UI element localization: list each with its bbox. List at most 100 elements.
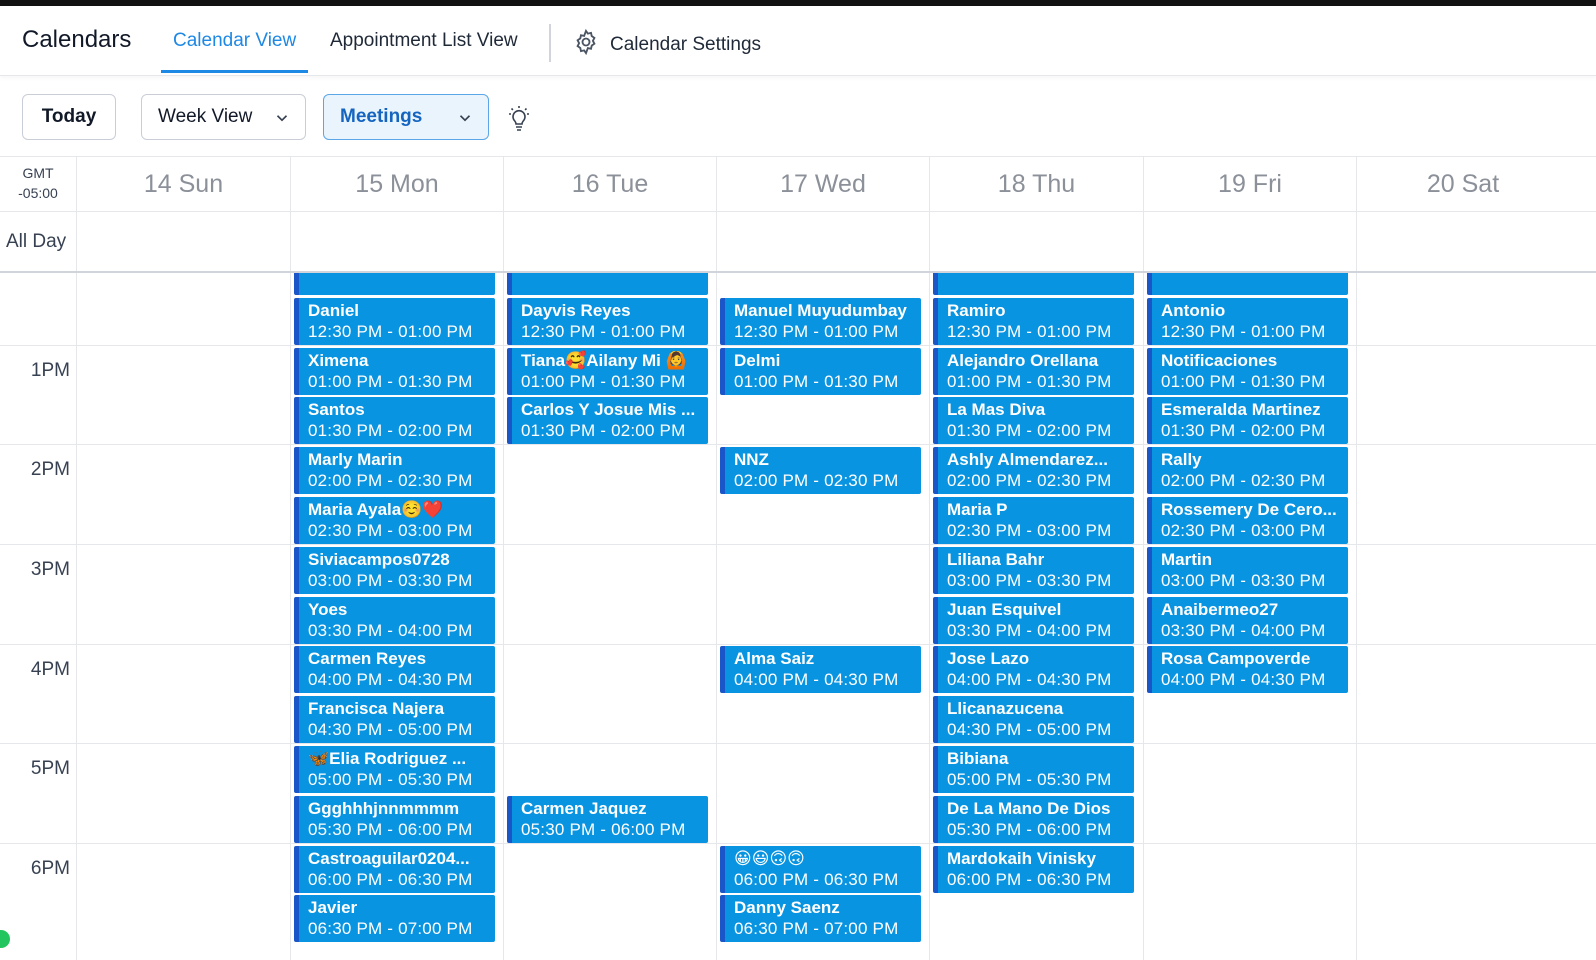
appointment-event[interactable]: Dayvis Reyes 12:30 PM - 01:00 PM [507, 297, 708, 345]
day-header-fri[interactable]: 19 Fri [1143, 157, 1356, 211]
appointment-event[interactable]: Carmen Reyes 04:00 PM - 04:30 PM [294, 646, 495, 694]
event-time: 01:00 PM - 01:30 PM [1161, 371, 1326, 391]
appointment-event[interactable]: Rosa Campoverde 04:00 PM - 04:30 PM [1147, 646, 1348, 694]
appointment-event[interactable]: Rossemery De Cero... 02:30 PM - 03:00 PM [1147, 497, 1348, 544]
calendar-select[interactable]: Meetings [323, 94, 489, 140]
event-time: 04:30 PM - 05:00 PM [947, 720, 1112, 740]
event-name: Rossemery De Cero... [1161, 500, 1337, 519]
calendar-settings-button[interactable]: Calendar Settings [572, 28, 761, 62]
appointment-event[interactable]: Delmi 01:00 PM - 01:30 PM [720, 347, 921, 395]
event-time: 04:30 PM - 05:00 PM [308, 720, 473, 740]
time-grid[interactable]: 1PM 2PM 3PM 4PM 5PM 6PM 12:00 PM - 12:30… [0, 273, 1596, 960]
event-time: 01:30 PM - 02:00 PM [947, 421, 1112, 441]
tab-calendar-view[interactable]: Calendar View [173, 30, 296, 52]
appointment-event[interactable]: La Mas Diva 01:30 PM - 02:00 PM [933, 397, 1134, 445]
appointment-event[interactable]: Ashly Almendarez... 02:00 PM - 02:30 PM [933, 447, 1134, 495]
day-header-mon[interactable]: 15 Mon [290, 157, 503, 211]
day-header-thu[interactable]: 18 Thu [929, 157, 1143, 211]
appointment-event[interactable]: Daniel 12:30 PM - 01:00 PM [294, 297, 495, 345]
event-time: 06:00 PM - 06:30 PM [947, 869, 1112, 889]
appointment-event[interactable]: De La Mano De Dios 05:30 PM - 06:00 PM [933, 795, 1134, 843]
appointment-event[interactable]: Maria P 02:30 PM - 03:00 PM [933, 497, 1134, 544]
appointment-event[interactable]: Rally 02:00 PM - 02:30 PM [1147, 447, 1348, 495]
all-day-row: All Day [0, 211, 1596, 273]
event-time: 04:00 PM - 04:30 PM [947, 670, 1112, 690]
event-time: 12:30 PM - 01:00 PM [947, 321, 1112, 341]
appointment-event[interactable]: Ramiro 12:30 PM - 01:00 PM [933, 297, 1134, 345]
event-time: 12:30 PM - 01:00 PM [734, 321, 899, 341]
all-day-cell[interactable] [290, 211, 503, 271]
appointment-event[interactable]: Marly Marin 02:00 PM - 02:30 PM [294, 447, 495, 495]
appointment-event[interactable]: Francisca Najera 04:30 PM - 05:00 PM [294, 696, 495, 744]
appointment-event[interactable]: Anaibermeo27 03:30 PM - 04:00 PM [1147, 596, 1348, 644]
day-header-tue[interactable]: 16 Tue [503, 157, 716, 211]
appointment-event[interactable]: Yoes 03:30 PM - 04:00 PM [294, 596, 495, 644]
all-day-cell[interactable] [716, 211, 929, 271]
hour-label: 1PM [30, 360, 70, 381]
hour-gridline [0, 743, 1596, 744]
appointment-event[interactable]: 12:00 PM - 12:30 PM [294, 273, 495, 295]
appointment-event[interactable]: Esmeralda Martinez 01:30 PM - 02:00 PM [1147, 397, 1348, 445]
all-day-cell[interactable] [76, 211, 290, 271]
event-time: 03:00 PM - 03:30 PM [308, 570, 473, 590]
appointment-event[interactable]: Llicanazucena 04:30 PM - 05:00 PM [933, 696, 1134, 744]
appointment-event[interactable]: Notificaciones 01:00 PM - 01:30 PM [1147, 347, 1348, 395]
appointment-event[interactable]: Ximena 01:00 PM - 01:30 PM [294, 347, 495, 395]
event-name: Notificaciones [1161, 350, 1278, 370]
appointment-event[interactable]: Danny Saenz 06:30 PM - 07:00 PM [720, 895, 921, 943]
appointment-event[interactable]: Mardokaih Vinisky 06:00 PM - 06:30 PM [933, 845, 1134, 893]
all-day-label: All Day [6, 231, 67, 252]
hour-gridline [0, 843, 1596, 844]
all-day-cell[interactable] [1356, 211, 1569, 271]
appointment-event[interactable]: Castroaguilar0204... 06:00 PM - 06:30 PM [294, 845, 495, 893]
event-name: Delmi [734, 350, 781, 370]
event-time: 02:00 PM - 02:30 PM [947, 471, 1112, 491]
appointment-event[interactable]: Martin 03:00 PM - 03:30 PM [1147, 546, 1348, 594]
appointment-event[interactable]: Carlos Y Josue Mis ... 01:30 PM - 02:00 P… [507, 397, 708, 445]
all-day-cell[interactable] [1143, 211, 1356, 271]
appointment-event[interactable]: 12:00 PM - 12:30 PM [507, 273, 708, 295]
appointment-event[interactable]: Maria Ayala☺️❤️ 02:30 PM - 03:00 PM [294, 497, 495, 544]
today-button[interactable]: Today [22, 94, 116, 140]
appointment-event[interactable]: Carmen Jaquez 05:30 PM - 06:00 PM [507, 795, 708, 843]
event-name: Rosa Campoverde [1161, 649, 1311, 669]
appointment-event[interactable]: Alma Saiz 04:00 PM - 04:30 PM [720, 646, 921, 694]
event-time: 01:30 PM - 02:00 PM [308, 421, 473, 441]
view-select-value: Week View [158, 106, 253, 127]
appointment-event[interactable]: Alejandro Orellana 01:00 PM - 01:30 PM [933, 347, 1134, 395]
day-header-sat[interactable]: 20 Sat [1356, 157, 1569, 211]
appointment-event[interactable]: Ggghhhjnnmmmm 05:30 PM - 06:00 PM [294, 795, 495, 843]
all-day-cell[interactable] [503, 211, 716, 271]
appointment-event[interactable]: Javier 06:30 PM - 07:00 PM [294, 895, 495, 943]
appointment-event[interactable]: Manuel Muyudumbay 12:30 PM - 01:00 PM [720, 297, 921, 345]
appointment-event[interactable]: 12:00 PM - 12:30 PM [933, 273, 1134, 295]
appointment-event[interactable]: 12:00 PM - 12:30 PM [1147, 273, 1348, 295]
tab-appointment-list-view[interactable]: Appointment List View [330, 30, 518, 52]
appointment-event[interactable]: Liliana Bahr 03:00 PM - 03:30 PM [933, 546, 1134, 594]
event-time: 01:00 PM - 01:30 PM [521, 371, 686, 391]
event-name: Tiana🥰Ailany Mi 🙆 [521, 350, 687, 370]
appointment-event[interactable]: 🦋Elia Rodriguez ... 05:00 PM - 05:30 PM [294, 746, 495, 793]
day-header-wed[interactable]: 17 Wed [716, 157, 929, 211]
all-day-cell[interactable] [929, 211, 1143, 271]
appointment-event[interactable]: NNZ 02:00 PM - 02:30 PM [720, 447, 921, 495]
event-name: Santos [308, 400, 365, 420]
event-name: NNZ [734, 450, 769, 470]
event-time: 04:00 PM - 04:30 PM [1161, 670, 1326, 690]
appointment-event[interactable]: Tiana🥰Ailany Mi 🙆 01:00 PM - 01:30 PM [507, 347, 708, 395]
appointment-event[interactable]: Bibiana 05:00 PM - 05:30 PM [933, 746, 1134, 793]
event-name: Yoes [308, 599, 348, 619]
event-name: Anaibermeo27 [1161, 599, 1279, 619]
event-name: Daniel [308, 300, 360, 320]
day-header-sun[interactable]: 14 Sun [76, 157, 290, 211]
view-select[interactable]: Week View [141, 94, 306, 140]
column-divider [1143, 273, 1144, 960]
appointment-event[interactable]: 😀😃🙃🙃 06:00 PM - 06:30 PM [720, 845, 921, 893]
appointment-event[interactable]: Santos 01:30 PM - 02:00 PM [294, 397, 495, 445]
lightbulb-icon[interactable] [505, 104, 533, 139]
appointment-event[interactable]: Jose Lazo 04:00 PM - 04:30 PM [933, 646, 1134, 694]
appointment-event[interactable]: Antonio 12:30 PM - 01:00 PM [1147, 297, 1348, 345]
appointment-event[interactable]: Juan Esquivel 03:30 PM - 04:00 PM [933, 596, 1134, 644]
event-name: Ashly Almendarez... [947, 450, 1108, 470]
appointment-event[interactable]: Siviacampos0728 03:00 PM - 03:30 PM [294, 546, 495, 594]
